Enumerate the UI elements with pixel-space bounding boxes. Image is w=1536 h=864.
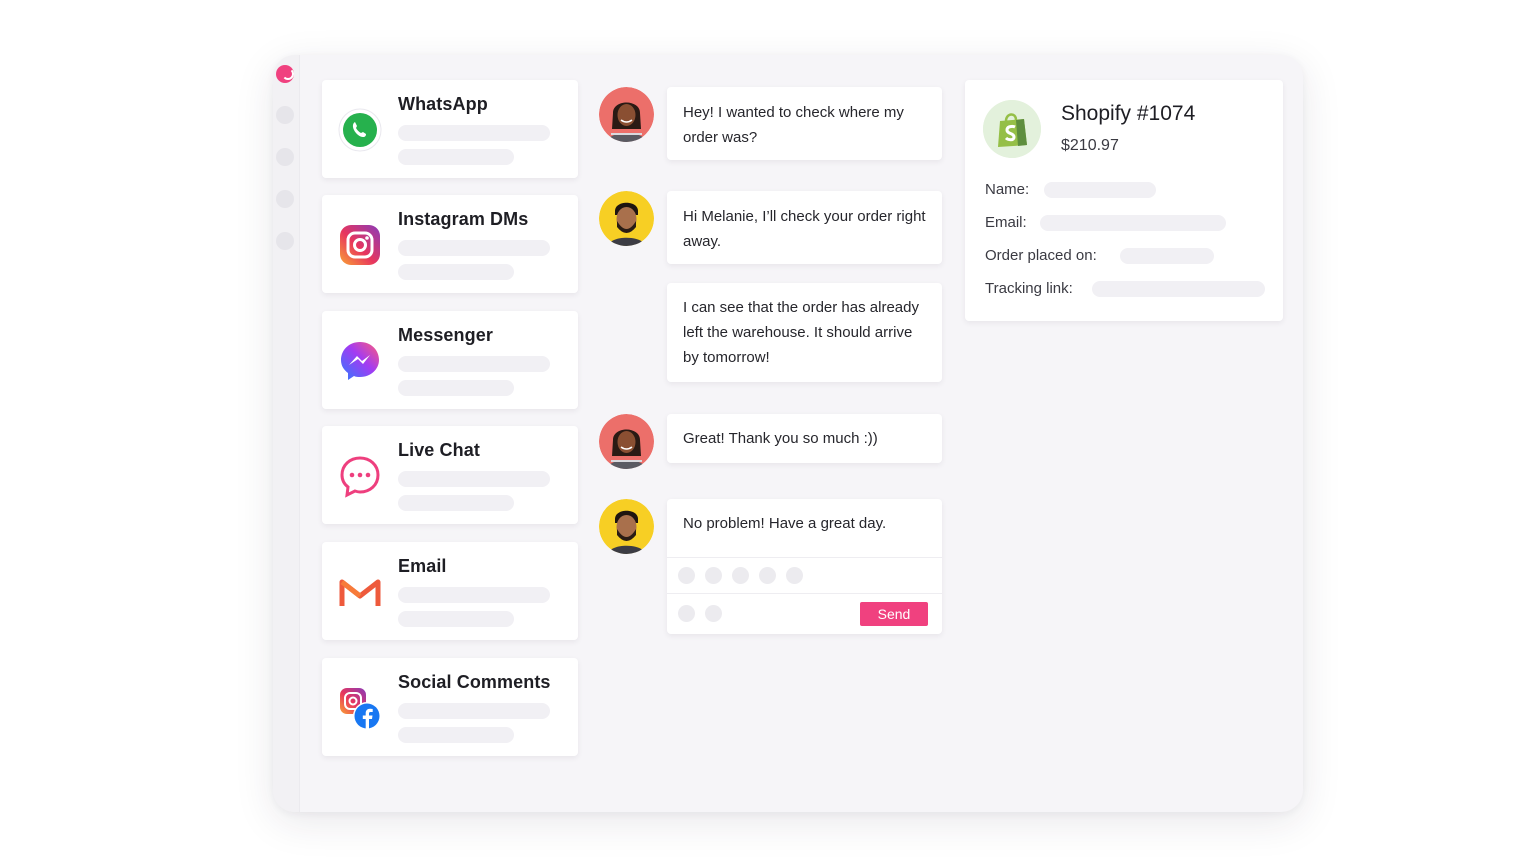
rail-nav-item-1[interactable] [276, 106, 294, 124]
send-button[interactable]: Send [860, 602, 928, 626]
preview-placeholder [398, 727, 514, 743]
channel-label: WhatsApp [398, 94, 488, 114]
channel-label: Instagram DMs [398, 209, 529, 229]
order-details-panel: Shopify #1074 $210.97 Name: Email: Order… [965, 80, 1283, 321]
channel-label: Live Chat [398, 440, 480, 460]
format-tool[interactable] [759, 567, 776, 584]
channel-label: Email [398, 556, 447, 576]
preview-placeholder [398, 471, 550, 487]
message-text: I can see that the order has already lef… [683, 299, 919, 366]
agent-avatar [599, 191, 654, 246]
channel-label: Messenger [398, 325, 493, 345]
preview-placeholder [398, 495, 514, 511]
message-bubble-customer: Great! Thank you so much :)) [667, 414, 942, 463]
preview-placeholder [398, 356, 550, 372]
order-title: Shopify #1074 [1061, 102, 1196, 125]
format-tool[interactable] [678, 567, 695, 584]
preview-placeholder [398, 264, 514, 280]
format-tool[interactable] [732, 567, 749, 584]
message-text: Hey! I wanted to check where my order wa… [683, 104, 904, 146]
emoji-tool[interactable] [705, 605, 722, 622]
reply-composer[interactable]: No problem! Have a great day. Send [667, 499, 942, 634]
channel-card-messenger[interactable]: Messenger [322, 311, 578, 409]
preview-placeholder [398, 240, 550, 256]
tracking-link-placeholder[interactable] [1092, 281, 1265, 297]
name-label: Name: [985, 181, 1030, 198]
live-chat-icon [340, 456, 380, 498]
messenger-icon [341, 342, 379, 380]
order-amount: $210.97 [1061, 137, 1119, 154]
instagram-icon [340, 225, 380, 265]
email-label: Email: [985, 214, 1027, 231]
message-text: Great! Thank you so much :)) [683, 430, 878, 447]
rail-nav-item-3[interactable] [276, 190, 294, 208]
tracking-link-label: Tracking link: [985, 280, 1073, 297]
customer-avatar [599, 87, 654, 142]
social-comments-icon [340, 688, 381, 730]
channel-card-live-chat[interactable]: Live Chat [322, 426, 578, 524]
shopify-bag-icon [983, 100, 1041, 158]
channel-label: Social Comments [398, 672, 551, 692]
channel-card-email[interactable]: Email [322, 542, 578, 640]
preview-placeholder [398, 611, 514, 627]
attachment-tool[interactable] [678, 605, 695, 622]
rail-nav-item-4[interactable] [276, 232, 294, 250]
order-date-value-placeholder [1120, 248, 1214, 264]
email-value-placeholder [1040, 215, 1226, 231]
message-bubble-agent: Hi Melanie, I’ll check your order right … [667, 191, 942, 264]
composer-draft-text[interactable]: No problem! Have a great day. [683, 511, 886, 536]
name-value-placeholder [1044, 182, 1156, 198]
channel-card-whatsapp[interactable]: WhatsApp [322, 80, 578, 178]
format-tool[interactable] [786, 567, 803, 584]
divider [667, 593, 942, 594]
order-date-label: Order placed on: [985, 247, 1097, 264]
preview-placeholder [398, 125, 550, 141]
rail-nav-item-2[interactable] [276, 148, 294, 166]
preview-placeholder [398, 587, 550, 603]
channel-card-instagram[interactable]: Instagram DMs [322, 195, 578, 293]
preview-placeholder [398, 380, 514, 396]
message-bubble-customer: Hey! I wanted to check where my order wa… [667, 87, 942, 160]
gmail-icon [339, 579, 381, 606]
message-bubble-agent: I can see that the order has already lef… [667, 283, 942, 382]
agent-avatar [599, 499, 654, 554]
whatsapp-icon [338, 108, 382, 152]
message-text: Hi Melanie, I’ll check your order right … [683, 208, 926, 250]
format-tool[interactable] [705, 567, 722, 584]
preview-placeholder [398, 149, 514, 165]
divider [667, 557, 942, 558]
app-logo-icon[interactable] [276, 65, 294, 83]
channel-card-social-comments[interactable]: Social Comments [322, 658, 578, 756]
preview-placeholder [398, 703, 550, 719]
left-rail [273, 55, 300, 812]
customer-avatar [599, 414, 654, 469]
